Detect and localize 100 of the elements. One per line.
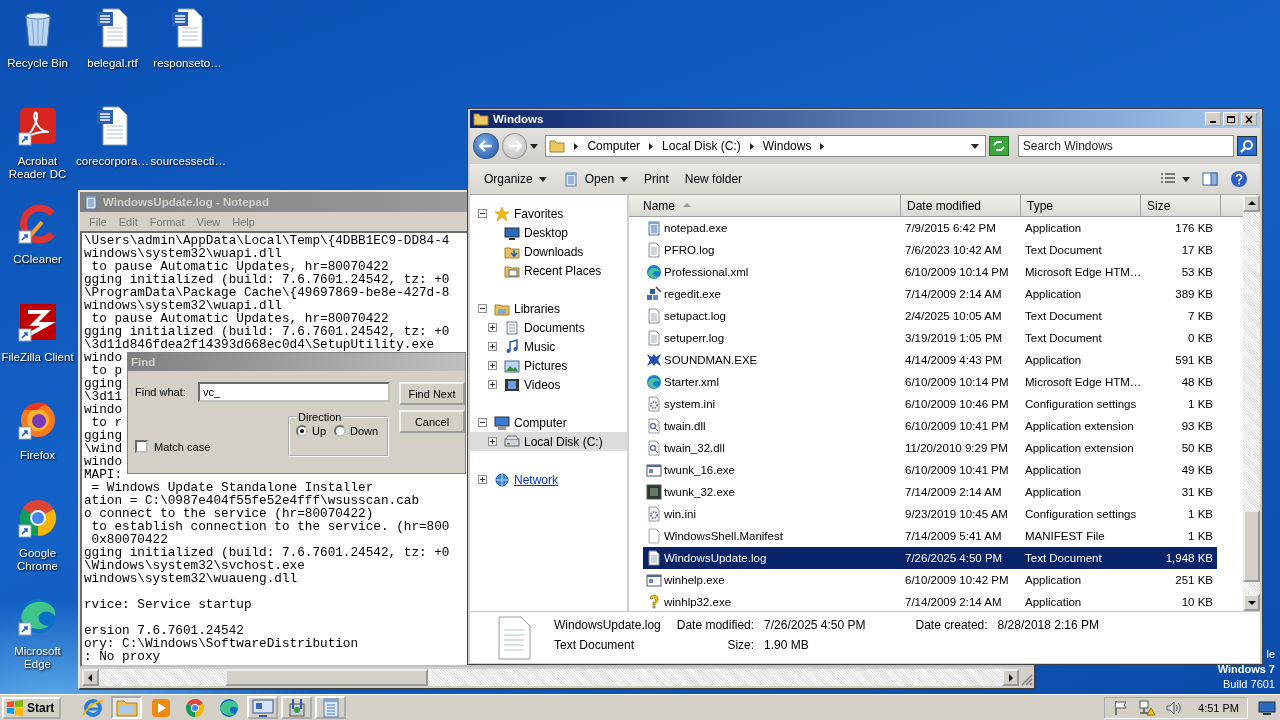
icon-label[interactable]: Recycle Bin — [7, 57, 68, 70]
volume-icon[interactable] — [1165, 699, 1182, 716]
tree-item[interactable]: Downloads — [470, 242, 627, 261]
text-line: to pause Automatic Updates, hr=80070422 — [91, 312, 389, 325]
toolbar-button[interactable]: Open — [556, 168, 635, 190]
column-header[interactable]: Type — [1021, 195, 1141, 216]
file-row[interactable]: Starter.xml 6/10/2009 10:14 PM Microsoft Edge HTM… 48 KB — [643, 371, 1217, 393]
dialog-button[interactable]: Find Next — [399, 382, 465, 405]
expander-icon[interactable] — [488, 323, 497, 332]
checkbox[interactable]: Match case — [135, 440, 211, 453]
tree-item[interactable]: Libraries — [470, 299, 627, 318]
expander-icon[interactable] — [488, 437, 497, 446]
scroll-down-button[interactable] — [1243, 594, 1260, 611]
scroll-thumb[interactable] — [225, 669, 428, 686]
icon-label[interactable]: responseto… — [153, 57, 222, 70]
icon-label[interactable]: Microsoft Edge — [0, 645, 75, 671]
network-icon[interactable] — [1138, 699, 1157, 716]
scroll-thumb[interactable] — [1243, 510, 1260, 582]
scroll-up-button[interactable] — [1243, 195, 1260, 212]
file-row[interactable]: WindowsUpdate.log 7/26/2025 4:50 PM Text Document 1,948 KB — [643, 547, 1217, 569]
icon-label[interactable]: CCleaner — [13, 253, 62, 266]
breadcrumb-item[interactable]: Local Disk (C:) — [662, 139, 741, 153]
clock[interactable]: 4:51 PM — [1198, 701, 1239, 714]
column-header[interactable]: Date modified — [901, 195, 1021, 216]
file-row[interactable]: twunk_32.exe 7/14/2009 2:14 AM Application 31 KB — [643, 481, 1217, 503]
taskbar-button[interactable] — [315, 696, 347, 719]
file-row[interactable]: SOUNDMAN.EXE 4/14/2009 4:43 PM Application 591 KB — [643, 349, 1217, 371]
breadcrumb-item[interactable]: Windows — [762, 139, 812, 153]
file-row[interactable]: win.ini 9/23/2019 10:45 AM Configuration settings 1 KB — [643, 503, 1217, 525]
file-row[interactable]: system.ini 6/10/2009 10:46 PM Configuration settings 1 KB — [643, 393, 1217, 415]
address-bar[interactable]: Computer Local Disk (C:) Windows — [545, 135, 987, 157]
toolbar-button[interactable]: Organize — [478, 169, 553, 189]
scrollbar[interactable] — [80, 667, 1034, 688]
folder-icon — [549, 138, 566, 154]
file-row[interactable]: twain.dll 6/10/2009 10:41 PM Application extension 93 KB — [643, 415, 1217, 437]
minimize-button[interactable] — [1205, 112, 1221, 126]
scroll-right-button[interactable] — [1002, 669, 1019, 686]
dialog-button[interactable]: Cancel — [399, 410, 465, 433]
tree-item[interactable]: Network — [470, 470, 627, 489]
tree-item[interactable]: Local Disk (C:) — [470, 432, 627, 451]
forward-button[interactable] — [501, 133, 528, 159]
column-header[interactable]: Name — [629, 195, 901, 216]
tree-item[interactable]: Pictures — [470, 356, 627, 375]
icon-label[interactable]: sourcessecti… — [150, 155, 225, 168]
file-row[interactable]: Professional.xml 6/10/2009 10:14 PM Microsoft Edge HTM… 53 KB — [643, 261, 1217, 283]
search-button[interactable] — [1237, 136, 1257, 156]
tree-item[interactable]: Desktop — [470, 223, 627, 242]
refresh-button[interactable] — [989, 136, 1009, 156]
toolbar-button[interactable]: New folder — [678, 169, 749, 189]
expander-icon[interactable] — [478, 418, 487, 427]
resize-grip-icon[interactable] — [1020, 673, 1033, 686]
scrollbar[interactable] — [1243, 195, 1260, 611]
expander-icon[interactable] — [478, 304, 487, 313]
file-row[interactable]: notepad.exe 7/9/2015 6:42 PM Application 176 KB — [643, 217, 1217, 239]
icon-label[interactable]: Google Chrome — [0, 547, 75, 573]
expander-icon[interactable] — [488, 361, 497, 370]
taskbar-button[interactable] — [281, 696, 313, 719]
taskbar-button[interactable] — [247, 696, 279, 719]
scroll-left-button[interactable] — [82, 669, 99, 686]
expander-icon[interactable] — [478, 475, 487, 484]
back-button[interactable] — [473, 133, 499, 159]
file-row[interactable]: WindowsShell.Manifest 7/14/2009 5:41 AM MANIFEST File 1 KB — [643, 525, 1217, 547]
tree-item[interactable]: Favorites — [470, 204, 627, 223]
tree-item[interactable]: Documents — [470, 318, 627, 337]
file-row[interactable]: setuperr.log 3/19/2019 1:05 PM Text Document 0 KB — [643, 327, 1217, 349]
property-value: 1.90 MB — [764, 638, 810, 652]
close-button[interactable] — [1241, 112, 1257, 126]
file-row[interactable]: setupact.log 2/4/2025 10:05 AM Text Document 7 KB — [643, 305, 1217, 327]
gear-document-icon — [646, 440, 662, 456]
maximize-button[interactable] — [1223, 112, 1239, 126]
file-row[interactable]: winhlp32.exe 7/14/2009 2:14 AM Application 10 KB — [643, 591, 1217, 611]
input-field[interactable]: vc_ — [198, 382, 390, 402]
radio-button[interactable]: Up — [296, 425, 327, 437]
icon-label[interactable]: FileZilla Client — [1, 351, 74, 364]
tree-item[interactable]: Music — [470, 337, 627, 356]
toolbar-button[interactable]: Print — [638, 169, 675, 189]
start-button[interactable]: Start — [2, 696, 62, 719]
expander-icon[interactable] — [488, 342, 497, 351]
icon-label[interactable]: belegal.rtf — [87, 57, 138, 70]
radio-button[interactable]: Down — [334, 425, 379, 437]
file-row[interactable]: PFRO.log 7/6/2023 10:42 AM Text Document 17 KB — [643, 239, 1217, 261]
flag-icon[interactable] — [1113, 699, 1130, 716]
file-row[interactable]: twain_32.dll 11/20/2010 9:29 PM Application extension 50 KB — [643, 437, 1217, 459]
tree-item[interactable]: Recent Places — [470, 261, 627, 280]
icon-label[interactable]: Acrobat Reader DC — [0, 155, 75, 181]
file-row[interactable]: twunk_16.exe 6/10/2009 10:41 PM Application 49 KB — [643, 459, 1217, 481]
breadcrumb-item[interactable]: Computer — [587, 139, 641, 153]
icon-label[interactable]: corecorpora… — [76, 155, 149, 168]
expander-icon[interactable] — [478, 209, 487, 218]
expander-icon[interactable] — [488, 380, 497, 389]
tree-item[interactable]: Videos — [470, 375, 627, 394]
search-field[interactable]: Search Windows — [1017, 135, 1235, 157]
column-header[interactable]: Size — [1141, 195, 1221, 216]
file-row[interactable]: winhelp.exe 6/10/2009 10:42 PM Application 251 KB — [643, 569, 1217, 591]
icon-label[interactable]: Firefox — [19, 449, 56, 462]
table-cell-text: Application extension — [1024, 442, 1135, 454]
text-line: to establish connection to the service. (hr=800 — [90, 520, 450, 533]
window-title: Windows — [493, 113, 544, 125]
file-row[interactable]: regedit.exe 7/14/2009 2:14 AM Application 389 KB — [643, 283, 1217, 305]
tree-item[interactable]: Computer — [470, 413, 627, 432]
